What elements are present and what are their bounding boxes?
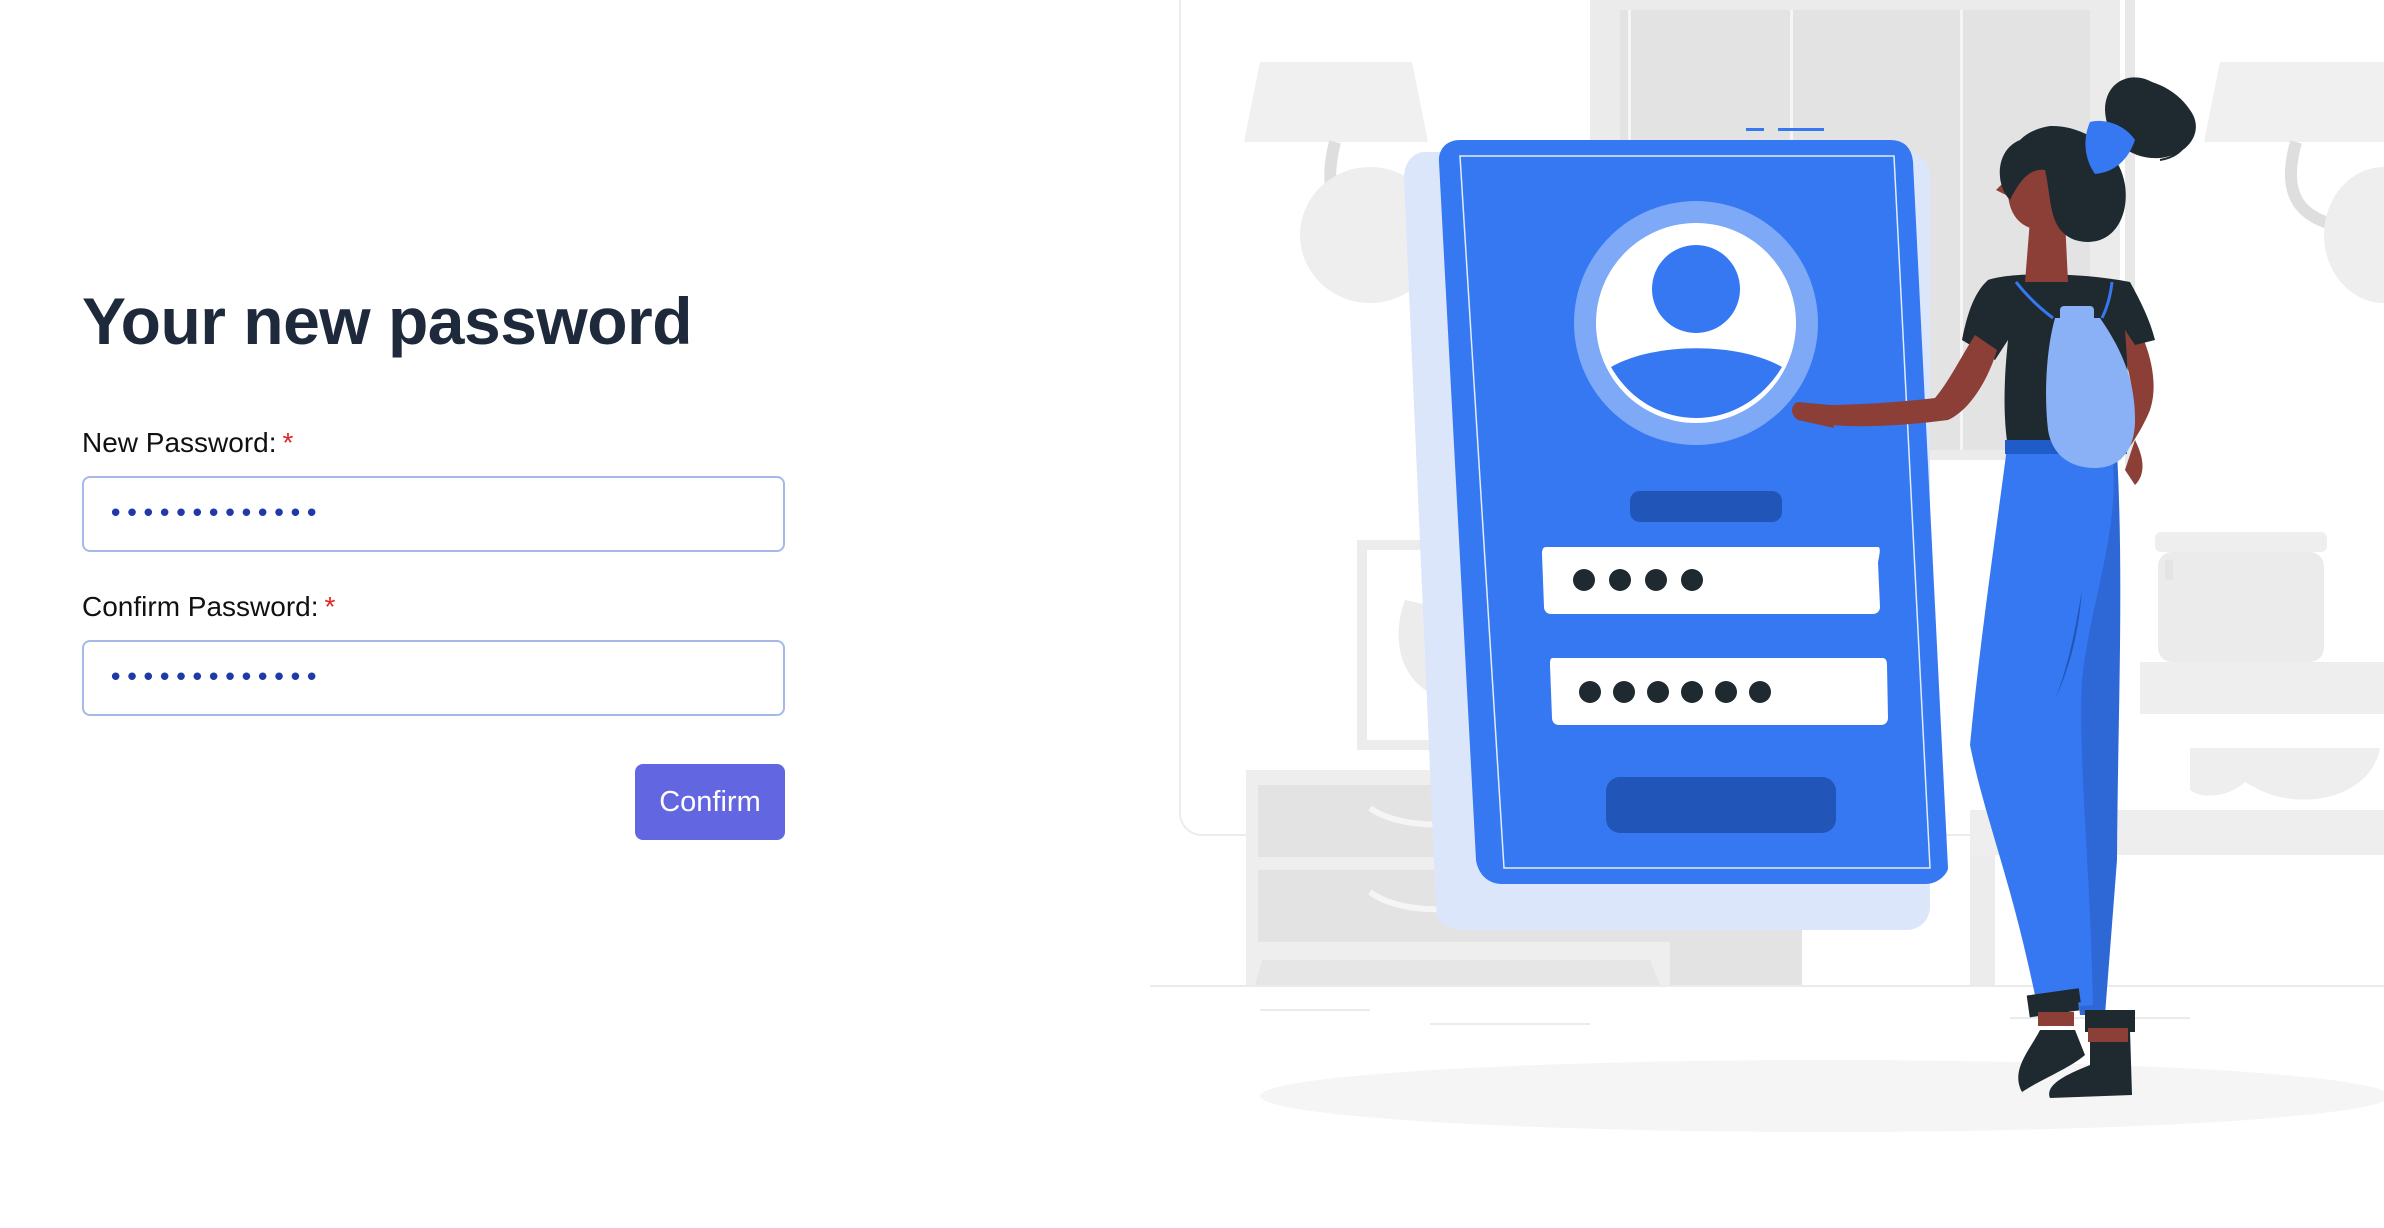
avatar-icon <box>1574 201 1818 445</box>
new-password-field: New Password: * ••••••••••••• <box>82 424 785 552</box>
required-mark: * <box>282 427 294 458</box>
confirm-button[interactable]: Confirm <box>635 764 785 840</box>
password-form: Your new password New Password: * •••••••… <box>82 276 785 840</box>
new-password-label-text: New Password: <box>82 427 277 458</box>
new-password-input[interactable]: ••••••••••••• <box>82 476 785 552</box>
page-title: Your new password <box>82 284 693 358</box>
login-illustration <box>1150 0 2384 1150</box>
new-password-label: New Password: * <box>82 424 785 462</box>
illustration-svg <box>1150 0 2384 1132</box>
confirm-password-input[interactable]: ••••••••••••• <box>82 640 785 716</box>
reset-password-page: Your new password New Password: * •••••••… <box>0 0 2384 1228</box>
form-actions: Confirm <box>82 764 785 840</box>
confirm-password-label-text: Confirm Password: <box>82 591 319 622</box>
required-mark: * <box>324 591 336 622</box>
confirm-password-label: Confirm Password: * <box>82 588 785 626</box>
phone-illustration <box>1404 128 1948 930</box>
confirm-password-field: Confirm Password: * ••••••••••••• <box>82 588 785 716</box>
